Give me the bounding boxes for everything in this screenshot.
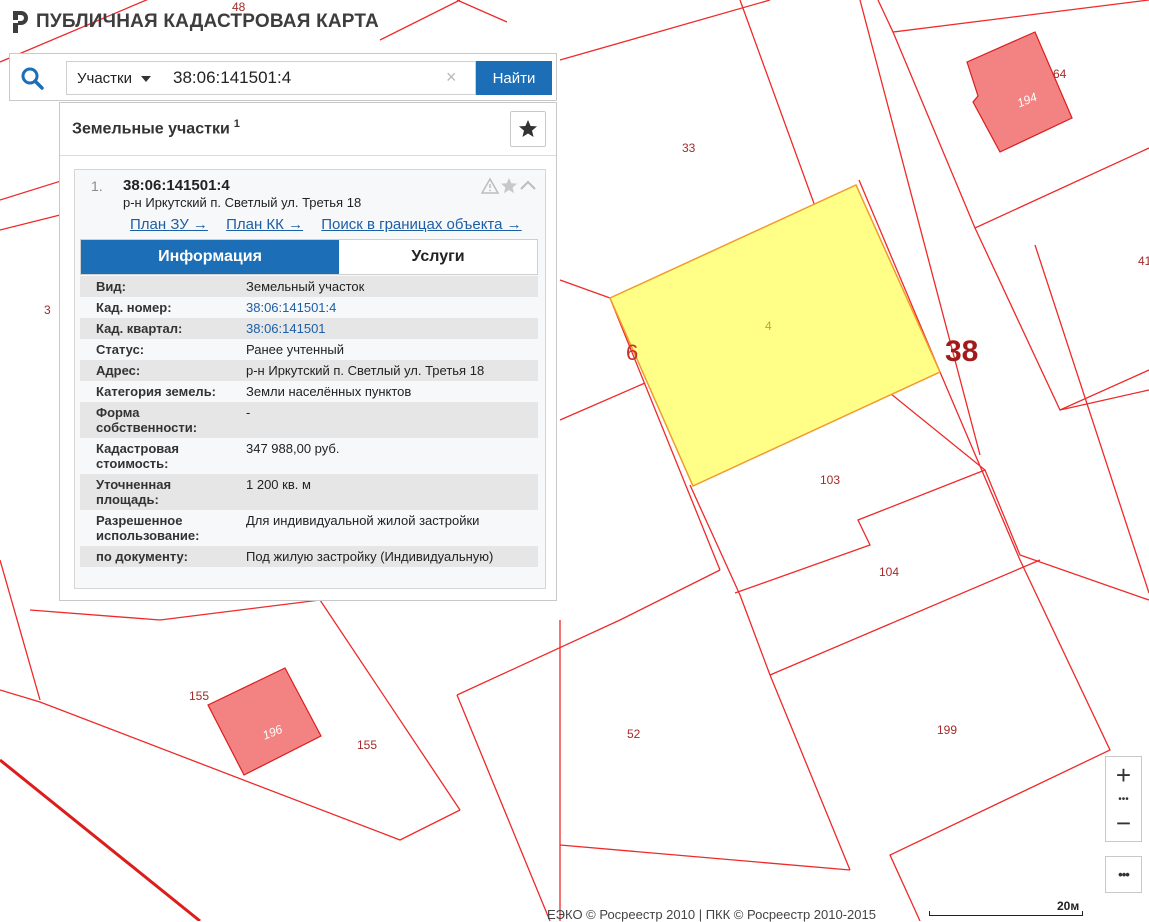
attribute-value: 347 988,00 руб. xyxy=(230,438,538,474)
parcel-label: 64 xyxy=(1053,67,1067,81)
results-title: Земельные участки 1 xyxy=(72,118,240,138)
road-boundary-line xyxy=(0,758,201,921)
table-row: по документу: Под жилую застройку (Индиви… xyxy=(80,546,538,567)
result-tabs: Информация Услуги xyxy=(80,239,538,275)
search-input[interactable] xyxy=(159,61,476,95)
table-row: Статус: Ранее учтенный xyxy=(80,339,538,360)
result-links: План ЗУ → План КК → Поиск в границах объ… xyxy=(130,216,536,233)
attribute-key: Уточненная площадь: xyxy=(80,474,230,510)
parcel-label: 104 xyxy=(879,565,899,579)
chevron-down-icon xyxy=(141,76,151,82)
results-panel: Земельные участки 1 1. 38:06:141501:4 р-н… xyxy=(59,102,557,601)
app-title: ПУБЛИЧНАЯ КАДАСТРОВАЯ КАРТА xyxy=(36,11,379,32)
result-actions xyxy=(481,177,537,195)
attribute-value: Земли населённых пунктов xyxy=(230,381,538,402)
table-row: Вид: Земельный участок xyxy=(80,276,538,297)
parcel-label: 199 xyxy=(937,723,957,737)
table-row: Адрес: р-н Иркутский п. Светлый ул. Треть… xyxy=(80,360,538,381)
zoom-out-button[interactable]: − xyxy=(1106,805,1141,841)
attribute-key: Кад. номер: xyxy=(80,297,230,318)
copyright-text: ЕЭКО © Росреестр 2010 | ПКК © Росреестр … xyxy=(547,907,876,922)
zoom-controls: + ••• − xyxy=(1105,756,1142,842)
table-row: Кад. квартал: 38:06:141501 xyxy=(80,318,538,339)
search-in-bounds-link[interactable]: Поиск в границах объекта → xyxy=(321,216,521,233)
table-row: Кад. номер: 38:06:141501:4 xyxy=(80,297,538,318)
object-type-select[interactable]: Участки xyxy=(66,61,160,95)
plan-zu-link[interactable]: План ЗУ → xyxy=(130,216,208,233)
cadastral-block-link[interactable]: 38:06:141501 xyxy=(230,318,538,339)
attribute-key: Адрес: xyxy=(80,360,230,381)
attribute-key: Разрешенное использование: xyxy=(80,510,230,546)
brand[interactable]: ПУБЛИЧНАЯ КАДАСТРОВАЯ КАРТА xyxy=(10,8,379,36)
favorites-button[interactable] xyxy=(510,111,546,147)
building-194[interactable] xyxy=(966,31,1073,153)
clear-icon[interactable]: × xyxy=(446,67,457,87)
attribute-key: Форма собственности: xyxy=(80,402,230,438)
attribute-value: 1 200 кв. м xyxy=(230,474,538,510)
attribute-value: - xyxy=(230,402,538,438)
result-card: 1. 38:06:141501:4 р-н Иркутский п. Светл… xyxy=(74,169,546,589)
attribute-value: р-н Иркутский п. Светлый ул. Третья 18 xyxy=(230,360,538,381)
zoom-in-button[interactable]: + xyxy=(1106,757,1141,793)
results-header: Земельные участки 1 xyxy=(60,103,556,156)
results-title-text: Земельные участки xyxy=(72,120,230,138)
search-bar: Участки × Найти xyxy=(9,53,557,101)
attribute-value: Под жилую застройку (Индивидуальную) xyxy=(230,546,538,567)
parcel-label: 155 xyxy=(357,738,377,752)
star-icon[interactable] xyxy=(500,177,518,195)
parcel-label: 33 xyxy=(682,141,696,155)
parcel-label: 52 xyxy=(627,727,641,741)
attribute-key: по документу: xyxy=(80,546,230,567)
attribute-key: Статус: xyxy=(80,339,230,360)
attributes-table: Вид: Земельный участок Кад. номер: 38:06:1… xyxy=(80,276,538,567)
selected-parcel[interactable] xyxy=(609,184,941,488)
attribute-key: Кад. квартал: xyxy=(80,318,230,339)
attribute-value: Ранее учтенный xyxy=(230,339,538,360)
tab-information[interactable]: Информация xyxy=(81,240,339,274)
attribute-value: Земельный участок xyxy=(230,276,538,297)
chevron-up-icon[interactable] xyxy=(519,177,537,195)
attribute-key: Вид: xyxy=(80,276,230,297)
attribute-key: Категория земель: xyxy=(80,381,230,402)
more-tools-button[interactable]: ••• xyxy=(1105,856,1142,893)
result-number[interactable]: 38:06:141501:4 xyxy=(123,177,230,194)
parcel-label: 3 xyxy=(44,303,51,317)
parcel-label: 6 xyxy=(626,340,638,365)
plan-kk-link[interactable]: План КК → xyxy=(226,216,303,233)
table-row: Форма собственности: - xyxy=(80,402,538,438)
parcel-label-selected: 4 xyxy=(765,319,772,333)
building-196[interactable] xyxy=(207,667,322,776)
parcel-label: 103 xyxy=(820,473,840,487)
parcel-label: 155 xyxy=(189,689,209,703)
warning-icon[interactable] xyxy=(481,177,499,195)
parcel-label: 41 xyxy=(1138,254,1149,268)
table-row: Разрешенное использование: Для индивидуал… xyxy=(80,510,538,546)
result-index: 1. xyxy=(91,178,103,194)
star-icon xyxy=(519,120,537,137)
table-row: Кадастровая стоимость: 347 988,00 руб. xyxy=(80,438,538,474)
table-row: Категория земель: Земли населённых пункто… xyxy=(80,381,538,402)
pkk-logo-icon xyxy=(13,11,28,33)
table-row: Уточненная площадь: 1 200 кв. м xyxy=(80,474,538,510)
zoom-levels-icon[interactable]: ••• xyxy=(1106,793,1141,805)
tab-services[interactable]: Услуги xyxy=(339,240,537,274)
results-count: 1 xyxy=(233,118,240,130)
find-button[interactable]: Найти xyxy=(476,61,552,95)
cadastral-number-link[interactable]: 38:06:141501:4 xyxy=(230,297,538,318)
block-label: 38 xyxy=(945,335,978,368)
attribute-value: Для индивидуальной жилой застройки xyxy=(230,510,538,546)
result-address: р-н Иркутский п. Светлый ул. Третья 18 xyxy=(123,195,362,210)
scale-label: 20м xyxy=(1057,899,1080,913)
attribute-key: Кадастровая стоимость: xyxy=(80,438,230,474)
object-type-label: Участки xyxy=(77,69,132,87)
search-icon[interactable] xyxy=(20,66,46,90)
